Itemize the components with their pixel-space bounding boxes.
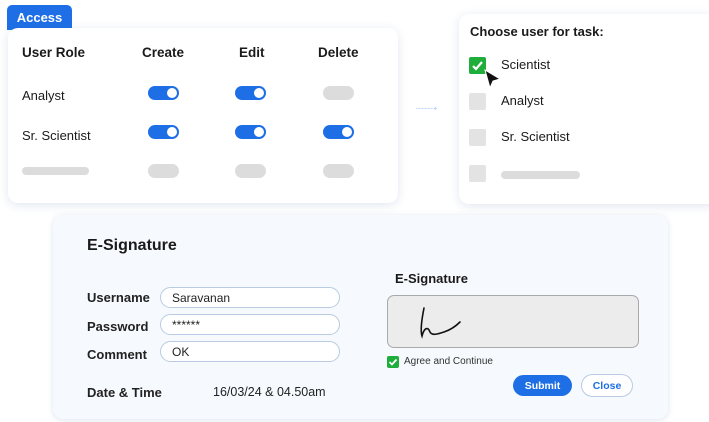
check-icon xyxy=(472,61,483,71)
placeholder-toggle-edit xyxy=(235,164,266,178)
toggle-sr-scientist-edit[interactable] xyxy=(235,125,266,139)
signature-stroke xyxy=(420,307,461,339)
header-delete: Delete xyxy=(318,45,359,60)
toggle-sr-scientist-create[interactable] xyxy=(148,125,179,139)
option-scientist[interactable]: Scientist xyxy=(501,57,550,72)
toggle-analyst-create[interactable] xyxy=(148,86,179,100)
role-sr-scientist: Sr. Scientist xyxy=(22,128,91,143)
access-tab[interactable]: Access xyxy=(7,5,72,30)
header-edit: Edit xyxy=(239,45,265,60)
header-create: Create xyxy=(142,45,185,60)
esignature-card: E-Signature Username Saravanan Password … xyxy=(53,215,668,419)
username-label: Username xyxy=(87,290,150,305)
checkbox-sr-scientist[interactable] xyxy=(469,129,486,146)
choose-user-card: Choose user for task: Scientist Analyst … xyxy=(459,14,709,204)
submit-button[interactable]: Submit xyxy=(513,375,572,396)
option-analyst[interactable]: Analyst xyxy=(501,93,544,108)
agree-checkbox[interactable] xyxy=(387,356,399,368)
header-user-role: User Role xyxy=(22,45,86,60)
placeholder-checkbox xyxy=(469,165,486,182)
username-field[interactable]: Saravanan xyxy=(160,287,340,308)
placeholder-option-bar xyxy=(501,171,580,179)
check-icon xyxy=(388,358,398,366)
password-label: Password xyxy=(87,319,149,334)
signature-label: E-Signature xyxy=(395,271,468,286)
datetime-label: Date & Time xyxy=(87,385,162,400)
comment-label: Comment xyxy=(87,347,147,362)
agree-label[interactable]: Agree and Continue xyxy=(404,356,493,367)
access-permissions-card: User Role Create Edit Delete Analyst Sr.… xyxy=(8,28,398,203)
close-button[interactable]: Close xyxy=(581,374,633,397)
placeholder-toggle-create xyxy=(148,164,179,178)
placeholder-role-bar xyxy=(22,167,89,175)
role-analyst: Analyst xyxy=(22,88,65,103)
placeholder-toggle-delete xyxy=(323,164,354,178)
password-field[interactable]: ****** xyxy=(160,314,340,335)
choose-user-title: Choose user for task: xyxy=(470,24,604,39)
checkbox-analyst[interactable] xyxy=(469,93,486,110)
esignature-title: E-Signature xyxy=(87,237,177,254)
toggle-analyst-edit[interactable] xyxy=(235,86,266,100)
datetime-value: 16/03/24 & 04.50am xyxy=(213,385,326,399)
comment-field[interactable]: OK xyxy=(160,341,340,362)
option-sr-scientist[interactable]: Sr. Scientist xyxy=(501,129,570,144)
mouse-cursor-icon xyxy=(484,69,502,90)
signature-pad[interactable] xyxy=(387,295,639,348)
connector-arrow-icon xyxy=(416,107,437,110)
toggle-analyst-delete[interactable] xyxy=(323,86,354,100)
toggle-sr-scientist-delete[interactable] xyxy=(323,125,354,139)
